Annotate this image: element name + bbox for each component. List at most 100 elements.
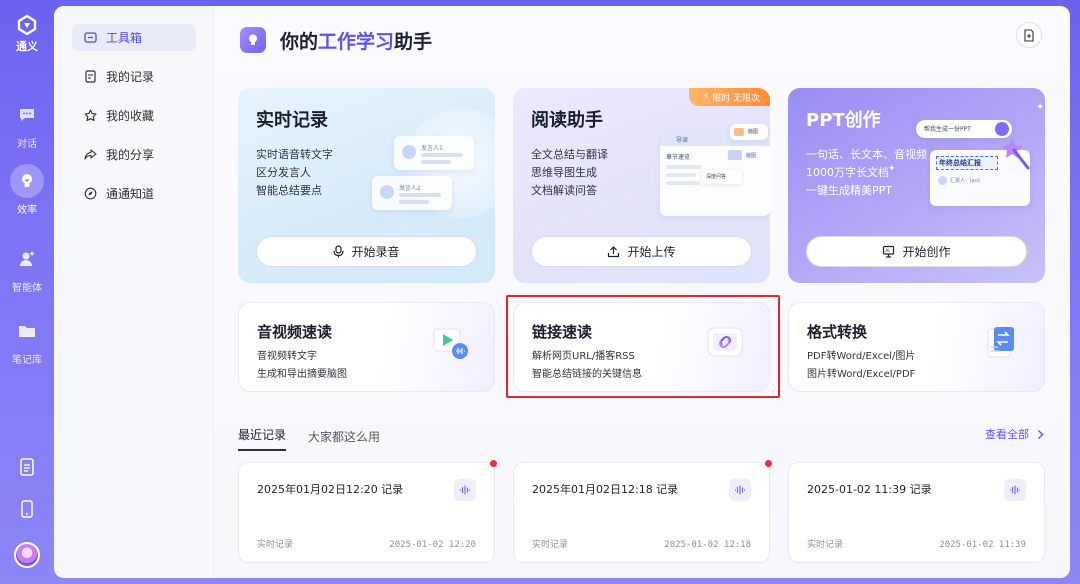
card-feature: 一句话、长文本、音视频 xyxy=(806,148,927,161)
card-feature: 一键生成精美PPT xyxy=(806,184,892,197)
app-rail: 通义 对话 效率 智能体 笔记库 xyxy=(0,0,54,584)
svg-text:AI: AI xyxy=(886,248,890,254)
card-feature: 区分发言人 xyxy=(256,166,311,179)
speaker-label: 发言人2 xyxy=(399,185,421,192)
rail-item-efficiency[interactable]: 效率 xyxy=(0,164,54,216)
sidebar-item-tongtong[interactable]: 通通知道 xyxy=(72,180,196,207)
illus-node-label: 深度问答 xyxy=(706,174,727,180)
secondary-sidebar: 工具箱 我的记录 我的收藏 我的分享 通通知道 xyxy=(54,6,214,578)
user-avatar-button[interactable] xyxy=(0,542,54,568)
compass-icon xyxy=(84,187,97,200)
rail-item-notes[interactable]: 笔记库 xyxy=(0,314,54,366)
card-title: PPT创作 xyxy=(806,110,881,131)
sidebar-item-favorites[interactable]: 我的收藏 xyxy=(72,102,196,129)
rail-item-label: 效率 xyxy=(17,205,37,216)
convert-icon xyxy=(987,327,1014,358)
card-feature: 文档解读问答 xyxy=(531,184,597,197)
rail-mobile-button[interactable] xyxy=(0,500,54,522)
record-card[interactable]: 2025-01-02 11:39 记录 实时记录 2025-01-02 11:3… xyxy=(788,462,1045,563)
sidebar-item-shares[interactable]: 我的分享 xyxy=(72,141,196,168)
chat-icon xyxy=(10,98,44,132)
main-content: 你的工作学习助手 实时记录 实时语音转文字 区分发言人 智能总结要点 发言人1 xyxy=(214,6,1070,578)
illus-branch-label: 脑图 xyxy=(748,129,759,135)
chevron-right-icon xyxy=(1038,429,1044,439)
sparkle-icon: ✦ xyxy=(1036,102,1045,113)
app-logo-label: 通义 xyxy=(16,40,38,53)
presentation-icon: AI xyxy=(883,245,895,258)
card-feature: 图片转Word/Excel/PDF xyxy=(807,369,916,380)
play-audio-icon xyxy=(433,328,468,359)
card-title: 音视频速读 xyxy=(257,323,333,341)
sidebar-item-label: 工具箱 xyxy=(106,31,143,45)
illus-map-label: 脑图 xyxy=(746,153,757,159)
unread-dot xyxy=(765,460,772,467)
page-title: 你的工作学习助手 xyxy=(240,26,432,54)
tab-recent-records[interactable]: 最近记录 xyxy=(238,426,287,451)
button-label: 开始录音 xyxy=(351,245,400,259)
audio-wave-icon xyxy=(729,479,751,501)
card-feature: 生成和导出摘要脑图 xyxy=(257,369,347,380)
card-feature: 1000万字长文档 xyxy=(806,166,889,179)
record-type: 实时记录 xyxy=(807,540,844,550)
upload-icon xyxy=(608,246,620,258)
record-title: 2025年01月02日12:18 记录 xyxy=(532,483,679,496)
rail-item-label: 智能体 xyxy=(12,283,42,294)
card-feature: 实时语音转文字 xyxy=(256,148,333,161)
illus-reporter: 汇报人：Jack xyxy=(950,178,981,184)
record-type: 实时记录 xyxy=(257,540,294,550)
magic-wand-icon xyxy=(1002,138,1030,170)
view-all-label: 查看全部 xyxy=(985,428,1029,441)
audio-wave-icon xyxy=(454,479,476,501)
illus-nav-label: 导读 xyxy=(676,137,689,144)
tab-popular-uses[interactable]: 大家都这么用 xyxy=(308,428,380,451)
page-title-text: 你的工作学习助手 xyxy=(280,27,432,54)
record-title: 2025-01-02 11:39 记录 xyxy=(807,483,932,496)
record-icon xyxy=(85,70,96,83)
sidebar-item-records[interactable]: 我的记录 xyxy=(72,63,196,90)
unread-dot xyxy=(490,460,497,467)
card-feature: PDF转Word/Excel/图片 xyxy=(807,351,916,362)
start-upload-button[interactable]: 开始上传 xyxy=(531,236,752,267)
new-document-button[interactable] xyxy=(1016,22,1042,48)
title-highlight: 工作学习 xyxy=(318,30,395,53)
document-icon xyxy=(20,458,34,476)
card-title: 格式转换 xyxy=(807,323,868,341)
tool-card-reading-assistant[interactable]: ⚡ 限时 无限次 阅读助手 全文总结与翻译 思维导图生成 文档解读问答 导读 章… xyxy=(513,88,770,283)
title-prefix: 你的 xyxy=(280,30,319,53)
sidebar-item-label: 我的收藏 xyxy=(106,109,155,123)
tool-card-format-convert[interactable]: 格式转换 PDF转Word/Excel/图片 图片转Word/Excel/PDF xyxy=(788,302,1045,392)
rail-document-button[interactable] xyxy=(0,458,54,480)
card-feature: 智能总结要点 xyxy=(256,184,322,197)
illus-slide-title: 年终总结汇报 xyxy=(939,159,981,167)
rail-item-agent[interactable]: 智能体 xyxy=(0,242,54,294)
record-card[interactable]: 2025年01月02日12:18 记录 实时记录 2025-01-02 12:1… xyxy=(513,460,772,563)
bulb-icon xyxy=(10,164,44,198)
tool-card-realtime-record[interactable]: 实时记录 实时语音转文字 区分发言人 智能总结要点 发言人1 发言人2 开始录音 xyxy=(238,88,495,283)
bulb-icon xyxy=(240,27,266,53)
share-icon xyxy=(84,149,97,160)
app-logo[interactable]: 通义 xyxy=(0,14,54,54)
tongyi-logo-icon xyxy=(17,14,37,36)
view-all-link[interactable]: 查看全部 xyxy=(985,426,1044,442)
tool-card-av-speed-read[interactable]: 音视频速读 音视频转文字 生成和导出摘要脑图 xyxy=(238,302,495,392)
tool-card-ppt-creation[interactable]: PPT创作 一句话、长文本、音视频 1000万字长文档 一键生成精美PPT 帮我… xyxy=(788,88,1045,283)
start-recording-button[interactable]: 开始录音 xyxy=(256,236,477,267)
rail-item-chat[interactable]: 对话 xyxy=(0,98,54,150)
selection-highlight xyxy=(506,295,780,398)
sparkle-icon: ✦ xyxy=(888,164,896,174)
record-title: 2025年01月02日12:20 记录 xyxy=(257,483,404,496)
record-card[interactable]: 2025年01月02日12:20 记录 实时记录 2025-01-02 12:2… xyxy=(238,460,497,563)
sidebar-item-label: 通通知道 xyxy=(106,187,155,201)
toolbox-icon xyxy=(84,32,97,43)
start-creation-button[interactable]: AI 开始创作 xyxy=(806,236,1027,267)
card-feature: 全文总结与翻译 xyxy=(531,148,608,161)
sidebar-item-toolbox[interactable]: 工具箱 xyxy=(72,24,196,51)
card-title: 实时记录 xyxy=(256,110,328,131)
avatar xyxy=(14,542,40,568)
flash-icon: ⚡ xyxy=(702,92,710,102)
record-date: 2025-01-02 12:18 xyxy=(664,540,751,550)
star-icon xyxy=(84,109,97,122)
audio-wave-icon xyxy=(1004,479,1026,501)
badge-label: 限时 无限次 xyxy=(712,93,760,104)
record-date: 2025-01-02 12:20 xyxy=(389,540,476,550)
